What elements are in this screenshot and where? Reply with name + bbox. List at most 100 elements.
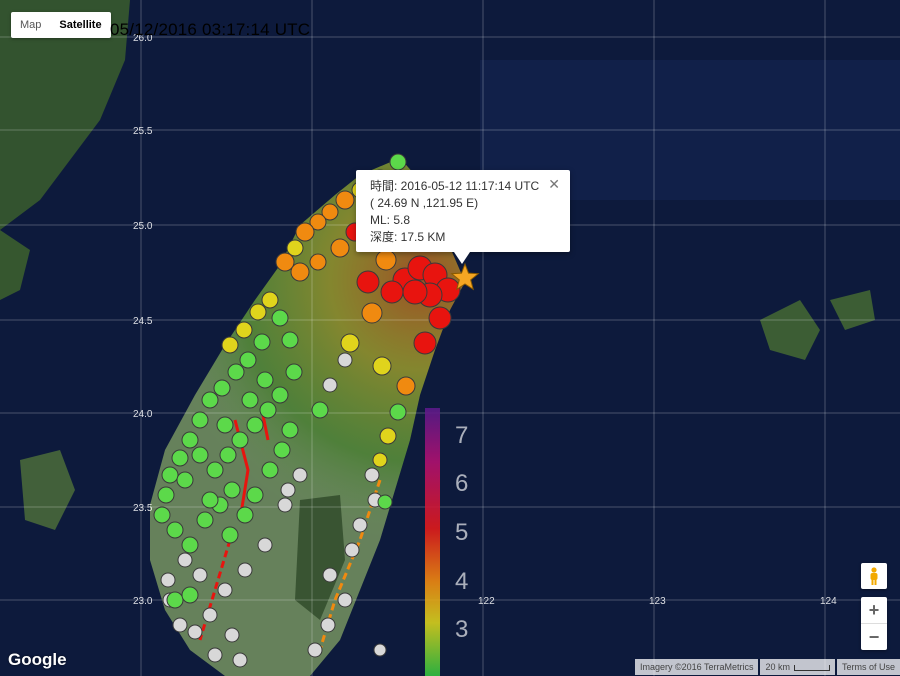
station-marker[interactable] [281,331,299,349]
station-marker[interactable] [217,582,233,598]
station-marker[interactable] [176,471,194,489]
station-marker[interactable] [157,486,175,504]
station-marker[interactable] [335,190,355,210]
station-marker[interactable] [361,302,383,324]
station-marker[interactable] [322,567,338,583]
station-marker[interactable] [246,486,264,504]
station-marker[interactable] [235,321,253,339]
station-marker[interactable] [290,262,310,282]
station-marker[interactable] [213,379,231,397]
station-marker[interactable] [232,652,248,668]
station-marker[interactable] [295,222,315,242]
station-marker[interactable] [428,306,452,330]
station-marker[interactable] [224,627,240,643]
station-marker[interactable] [380,280,404,304]
station-marker[interactable] [237,562,253,578]
station-marker[interactable] [206,461,224,479]
station-marker[interactable] [311,401,329,419]
station-marker[interactable] [377,494,393,510]
station-marker[interactable] [221,336,239,354]
station-marker[interactable] [271,309,289,327]
station-marker[interactable] [373,643,387,657]
station-marker[interactable] [389,153,407,171]
close-icon[interactable]: ✕ [548,176,560,193]
station-marker[interactable] [192,567,208,583]
lat-label: 24.5 [133,316,153,327]
station-marker[interactable] [413,331,437,355]
station-marker[interactable] [352,517,368,533]
station-marker[interactable] [372,356,392,376]
station-marker[interactable] [181,431,199,449]
station-marker[interactable] [236,506,254,524]
station-marker[interactable] [191,446,209,464]
station-marker[interactable] [187,624,203,640]
station-marker[interactable] [216,416,234,434]
station-marker[interactable] [340,333,360,353]
station-marker[interactable] [372,452,388,468]
station-marker[interactable] [161,466,179,484]
station-marker[interactable] [375,249,397,271]
station-marker[interactable] [196,511,214,529]
station-marker[interactable] [241,391,259,409]
station-marker[interactable] [259,401,277,419]
station-marker[interactable] [322,377,338,393]
zoom-out-button[interactable]: − [861,624,887,650]
station-marker[interactable] [309,253,327,271]
station-marker[interactable] [181,586,199,604]
station-marker[interactable] [337,592,353,608]
station-marker[interactable] [172,617,188,633]
station-marker[interactable] [285,363,303,381]
station-marker[interactable] [227,363,245,381]
station-marker[interactable] [177,552,193,568]
map-type-map-button[interactable]: Map [11,12,50,38]
station-marker[interactable] [271,386,289,404]
station-marker[interactable] [273,441,291,459]
station-marker[interactable] [330,238,350,258]
zoom-in-button[interactable]: + [861,597,887,623]
station-marker[interactable] [261,291,279,309]
station-marker[interactable] [166,521,184,539]
station-marker[interactable] [153,506,171,524]
station-marker[interactable] [191,411,209,429]
station-marker[interactable] [256,371,274,389]
lat-label: 25.0 [133,221,153,232]
station-marker[interactable] [281,421,299,439]
station-marker[interactable] [166,591,184,609]
station-marker[interactable] [202,607,218,623]
station-marker[interactable] [219,446,237,464]
station-marker[interactable] [337,352,353,368]
station-marker[interactable] [402,279,428,305]
station-marker[interactable] [181,536,199,554]
pegman-icon[interactable] [861,563,887,589]
station-marker[interactable] [280,482,296,498]
station-marker[interactable] [253,333,271,351]
map-type-satellite-button[interactable]: Satellite [50,12,110,38]
google-logo[interactable]: Google [8,650,67,670]
station-marker[interactable] [364,467,380,483]
map-canvas[interactable]: 7 6 5 4 3 26.0 25.5 25.0 24.5 24.0 23.5 … [0,0,900,676]
station-marker[interactable] [261,461,279,479]
station-marker[interactable] [344,542,360,558]
station-marker[interactable] [396,376,416,396]
station-marker[interactable] [249,303,267,321]
terms-link[interactable]: Terms of Use [836,659,900,675]
station-marker[interactable] [277,497,293,513]
station-marker[interactable] [201,491,219,509]
station-marker[interactable] [292,467,308,483]
station-marker[interactable] [320,617,336,633]
station-marker[interactable] [257,537,273,553]
station-marker[interactable] [160,572,176,588]
station-marker[interactable] [389,403,407,421]
station-marker[interactable] [356,270,380,294]
station-marker[interactable] [239,351,257,369]
station-marker[interactable] [221,526,239,544]
station-marker[interactable] [207,647,223,663]
station-marker[interactable] [201,391,219,409]
station-marker[interactable] [223,481,241,499]
station-marker[interactable] [171,449,189,467]
scale-control[interactable]: 20 km [760,659,835,675]
station-marker[interactable] [379,427,397,445]
station-marker[interactable] [246,416,264,434]
station-marker[interactable] [307,642,323,658]
station-marker[interactable] [231,431,249,449]
